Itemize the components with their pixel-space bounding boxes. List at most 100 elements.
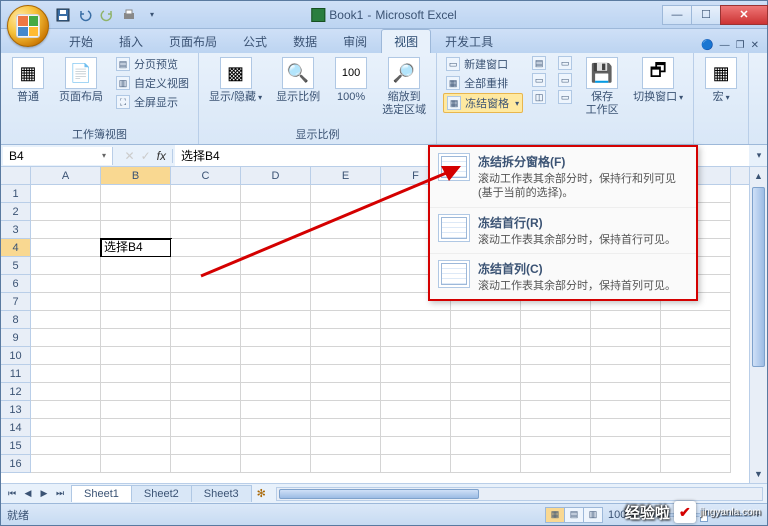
cell-A1[interactable] bbox=[31, 185, 101, 203]
col-header-E[interactable]: E bbox=[311, 167, 381, 184]
cell-A2[interactable] bbox=[31, 203, 101, 221]
cell-E5[interactable] bbox=[311, 257, 381, 275]
expand-formula-bar[interactable]: ▾ bbox=[751, 150, 767, 161]
cell-B10[interactable] bbox=[101, 347, 171, 365]
cell-I8[interactable] bbox=[591, 311, 661, 329]
row-header-14[interactable]: 14 bbox=[1, 419, 31, 437]
cell-G11[interactable] bbox=[451, 365, 521, 383]
freeze-top-row-item[interactable]: 冻结首行(R)滚动工作表其余部分时，保持首行可见。 bbox=[430, 208, 696, 254]
cell-E8[interactable] bbox=[311, 311, 381, 329]
cell-G9[interactable] bbox=[451, 329, 521, 347]
custom-views-button[interactable]: ▥自定义视图 bbox=[113, 74, 192, 92]
page-break-button[interactable]: ▤分页预览 bbox=[113, 55, 192, 73]
cell-B8[interactable] bbox=[101, 311, 171, 329]
cell-E15[interactable] bbox=[311, 437, 381, 455]
page-layout-button[interactable]: 📄页面布局 bbox=[55, 55, 107, 106]
cell-A7[interactable] bbox=[31, 293, 101, 311]
normal-view-icon[interactable]: ▦ bbox=[545, 507, 565, 523]
cell-D3[interactable] bbox=[241, 221, 311, 239]
cell-E13[interactable] bbox=[311, 401, 381, 419]
col-header-B[interactable]: B bbox=[101, 167, 171, 184]
cell-F15[interactable] bbox=[381, 437, 451, 455]
doc-restore-icon[interactable]: ❐ bbox=[736, 40, 745, 51]
row-header-16[interactable]: 16 bbox=[1, 455, 31, 473]
cell-D6[interactable] bbox=[241, 275, 311, 293]
cell-B14[interactable] bbox=[101, 419, 171, 437]
cell-I16[interactable] bbox=[591, 455, 661, 473]
cell-C4[interactable] bbox=[171, 239, 241, 257]
row-header-15[interactable]: 15 bbox=[1, 437, 31, 455]
row-header-7[interactable]: 7 bbox=[1, 293, 31, 311]
sheet-tab-2[interactable]: Sheet2 bbox=[131, 485, 192, 502]
undo-icon[interactable] bbox=[77, 7, 93, 23]
cell-J8[interactable] bbox=[661, 311, 731, 329]
row-header-13[interactable]: 13 bbox=[1, 401, 31, 419]
cell-F9[interactable] bbox=[381, 329, 451, 347]
cell-D11[interactable] bbox=[241, 365, 311, 383]
sheet-tab-1[interactable]: Sheet1 bbox=[71, 485, 132, 502]
cell-B1[interactable] bbox=[101, 185, 171, 203]
cell-C12[interactable] bbox=[171, 383, 241, 401]
cell-J16[interactable] bbox=[661, 455, 731, 473]
cell-F10[interactable] bbox=[381, 347, 451, 365]
cell-I13[interactable] bbox=[591, 401, 661, 419]
cell-C6[interactable] bbox=[171, 275, 241, 293]
cell-A14[interactable] bbox=[31, 419, 101, 437]
col-header-D[interactable]: D bbox=[241, 167, 311, 184]
save-icon[interactable] bbox=[55, 7, 71, 23]
fx-icon[interactable]: fx bbox=[157, 149, 166, 163]
cell-H11[interactable] bbox=[521, 365, 591, 383]
cell-E14[interactable] bbox=[311, 419, 381, 437]
cell-A10[interactable] bbox=[31, 347, 101, 365]
cell-D9[interactable] bbox=[241, 329, 311, 347]
cell-D2[interactable] bbox=[241, 203, 311, 221]
cell-B4[interactable]: 选择B4 bbox=[101, 239, 171, 257]
tab-page-layout[interactable]: 页面布局 bbox=[157, 30, 229, 53]
row-header-6[interactable]: 6 bbox=[1, 275, 31, 293]
close-button[interactable]: ✕ bbox=[720, 5, 768, 25]
cell-C15[interactable] bbox=[171, 437, 241, 455]
cell-C1[interactable] bbox=[171, 185, 241, 203]
freeze-panes-button[interactable]: ▦冻结窗格 bbox=[443, 93, 523, 113]
zoom-button[interactable]: 🔍显示比例 bbox=[272, 55, 324, 106]
col-header-C[interactable]: C bbox=[171, 167, 241, 184]
cell-J14[interactable] bbox=[661, 419, 731, 437]
cell-E16[interactable] bbox=[311, 455, 381, 473]
cell-I11[interactable] bbox=[591, 365, 661, 383]
row-header-3[interactable]: 3 bbox=[1, 221, 31, 239]
maximize-button[interactable]: ☐ bbox=[691, 5, 721, 25]
cell-D8[interactable] bbox=[241, 311, 311, 329]
print-icon[interactable] bbox=[121, 7, 137, 23]
cell-B2[interactable] bbox=[101, 203, 171, 221]
cell-D13[interactable] bbox=[241, 401, 311, 419]
cell-B13[interactable] bbox=[101, 401, 171, 419]
cell-A9[interactable] bbox=[31, 329, 101, 347]
cell-A4[interactable] bbox=[31, 239, 101, 257]
cell-F16[interactable] bbox=[381, 455, 451, 473]
page-break-view-icon[interactable]: ▥ bbox=[583, 507, 603, 523]
cell-J12[interactable] bbox=[661, 383, 731, 401]
cell-H12[interactable] bbox=[521, 383, 591, 401]
scroll-down-icon[interactable]: ▼ bbox=[750, 466, 767, 482]
cell-D10[interactable] bbox=[241, 347, 311, 365]
cell-I10[interactable] bbox=[591, 347, 661, 365]
save-workspace-button[interactable]: 💾保存 工作区 bbox=[581, 55, 623, 119]
cell-H15[interactable] bbox=[521, 437, 591, 455]
cell-F12[interactable] bbox=[381, 383, 451, 401]
tab-developer[interactable]: 开发工具 bbox=[433, 30, 505, 53]
row-header-2[interactable]: 2 bbox=[1, 203, 31, 221]
cell-C2[interactable] bbox=[171, 203, 241, 221]
freeze-split-item[interactable]: 冻结拆分窗格(F)滚动工作表其余部分时，保持行和列可见(基于当前的选择)。 bbox=[430, 147, 696, 208]
cell-E10[interactable] bbox=[311, 347, 381, 365]
zoom-100-button[interactable]: 100100% bbox=[330, 55, 372, 106]
cell-I14[interactable] bbox=[591, 419, 661, 437]
cell-B11[interactable] bbox=[101, 365, 171, 383]
cell-H13[interactable] bbox=[521, 401, 591, 419]
cell-E4[interactable] bbox=[311, 239, 381, 257]
cell-E3[interactable] bbox=[311, 221, 381, 239]
cell-I9[interactable] bbox=[591, 329, 661, 347]
doc-close-icon[interactable]: ✕ bbox=[751, 40, 759, 51]
name-box[interactable]: B4 bbox=[3, 147, 113, 165]
cell-G16[interactable] bbox=[451, 455, 521, 473]
arrange-all-button[interactable]: ▦全部重排 bbox=[443, 74, 523, 92]
